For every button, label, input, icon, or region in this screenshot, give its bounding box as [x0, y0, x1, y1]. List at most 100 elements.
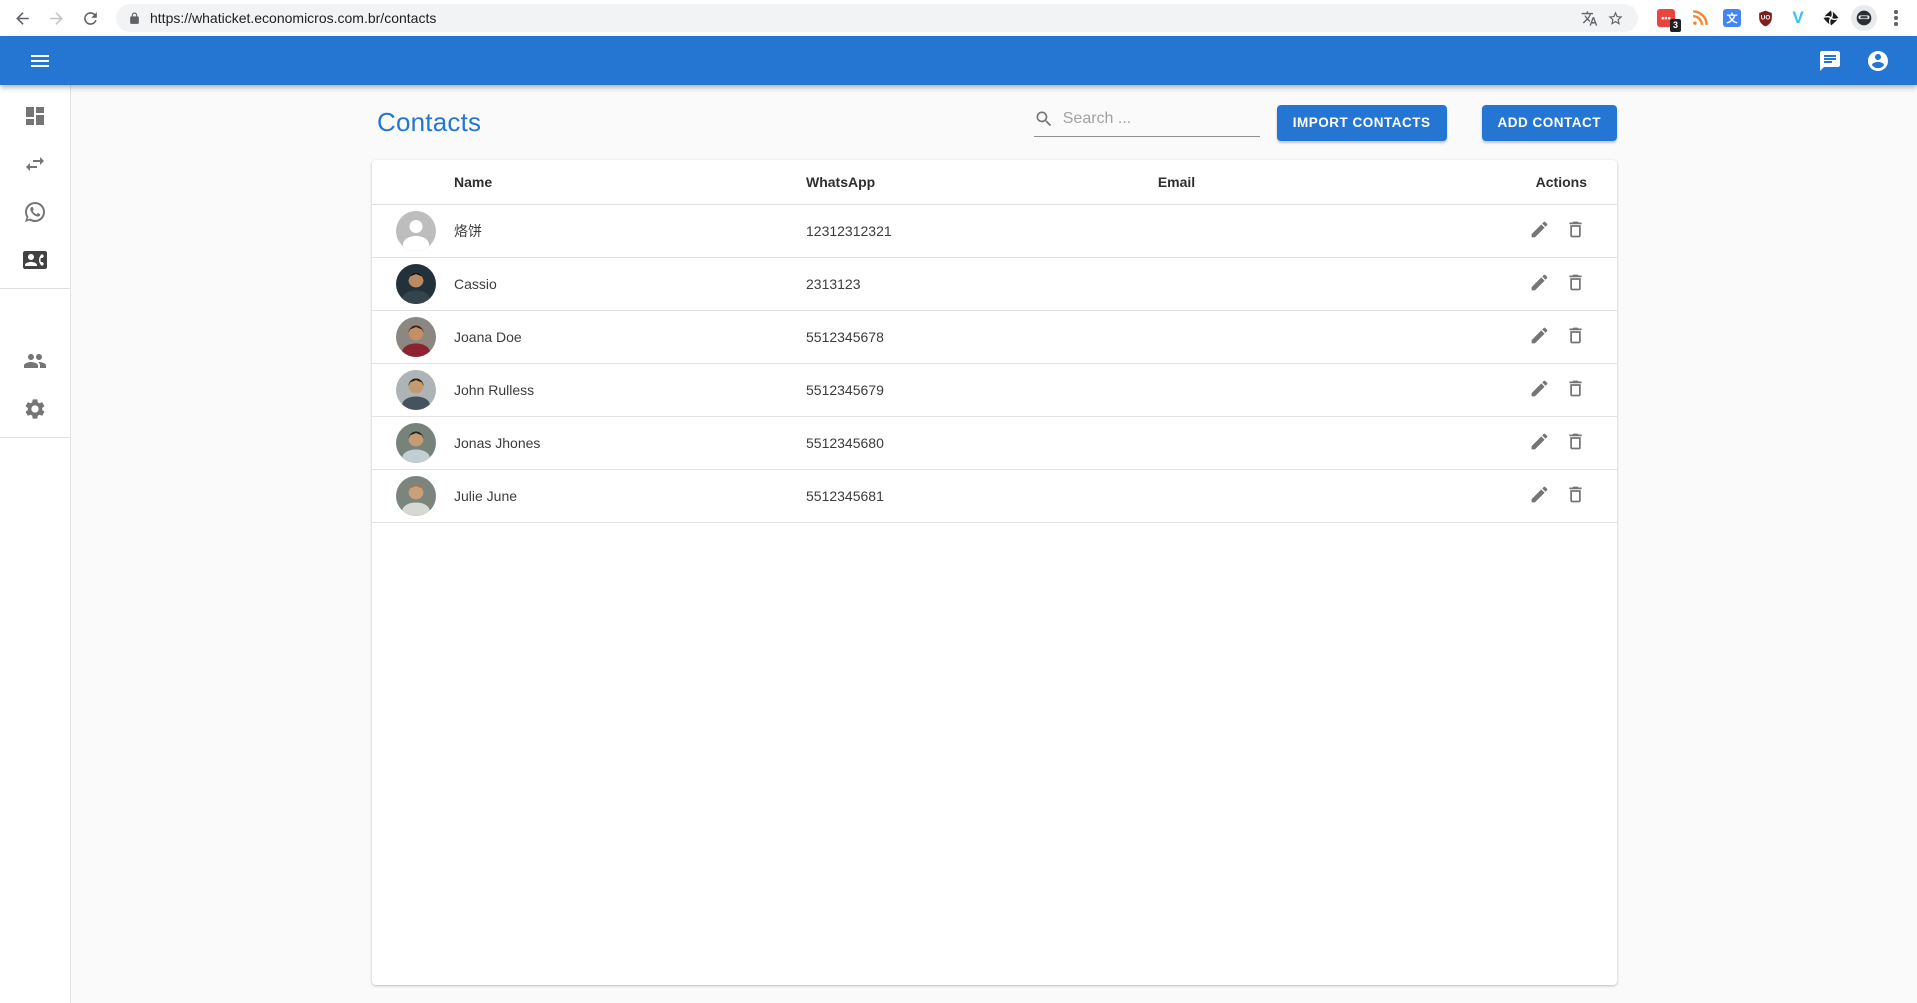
actions-cell: [1319, 482, 1617, 510]
pinwheel-extension-button[interactable]: [1819, 6, 1843, 30]
contact-name: John Rulless: [442, 382, 794, 398]
extensions-area: ••• 3 文 UO V: [1654, 6, 1843, 30]
add-contact-button[interactable]: ADD CONTACT: [1482, 105, 1618, 141]
back-button[interactable]: [8, 4, 36, 32]
main-content: Contacts IMPORT CONTACTS ADD CONTACT Nam…: [71, 85, 1917, 1003]
delete-icon: [1565, 378, 1586, 399]
header-whatsapp: WhatsApp: [794, 174, 1034, 190]
delete-contact-button[interactable]: [1563, 482, 1587, 506]
refresh-button[interactable]: [76, 4, 104, 32]
edit-icon: [1529, 272, 1550, 293]
ublock-extension-icon: UO: [1756, 9, 1775, 28]
delete-contact-button[interactable]: [1563, 217, 1587, 241]
contact-name: 烙饼: [442, 221, 794, 241]
edit-icon: [1529, 484, 1550, 505]
delete-contact-button[interactable]: [1563, 429, 1587, 453]
vimeo-extension-icon: V: [1792, 8, 1803, 28]
messages-button[interactable]: [1813, 44, 1847, 78]
actions-cell: [1319, 217, 1617, 245]
vimeo-extension-button[interactable]: V: [1786, 6, 1810, 30]
url-text[interactable]: https://whaticket.economicros.com.br/con…: [150, 10, 436, 26]
address-bar[interactable]: https://whaticket.economicros.com.br/con…: [116, 4, 1638, 32]
delete-contact-button[interactable]: [1563, 270, 1587, 294]
contact-avatar: [396, 423, 436, 463]
table-row: Jonas Jhones 5512345680: [372, 417, 1617, 470]
forward-button[interactable]: [42, 4, 70, 32]
chat-extension-button[interactable]: ••• 3: [1654, 6, 1678, 30]
delete-contact-button[interactable]: [1563, 376, 1587, 400]
delete-icon: [1565, 219, 1586, 240]
edit-icon: [1529, 219, 1550, 240]
back-icon: [13, 9, 32, 28]
translate-extension-button[interactable]: 文: [1720, 6, 1744, 30]
translate-page-icon: [1581, 10, 1598, 27]
open-drawer-button[interactable]: [23, 44, 57, 78]
contact-whatsapp: 12312312321: [794, 223, 1034, 239]
contact-avatar: [396, 370, 436, 410]
default-person-icon: [396, 211, 436, 251]
contact-name: Jonas Jhones: [442, 435, 794, 451]
edit-contact-button[interactable]: [1527, 270, 1551, 294]
bookmark-star-button[interactable]: [1602, 5, 1628, 31]
photo-person-image: [396, 476, 436, 516]
translate-extension-icon: 文: [1723, 9, 1741, 27]
browser-profile-button[interactable]: [1851, 5, 1877, 31]
edit-contact-button[interactable]: [1527, 217, 1551, 241]
header-email: Email: [1034, 174, 1319, 190]
extension-badge: 3: [1670, 19, 1681, 32]
rss-extension-button[interactable]: [1687, 6, 1711, 30]
edit-contact-button[interactable]: [1527, 323, 1551, 347]
sidebar-item-connections[interactable]: [0, 140, 70, 188]
search-input[interactable]: [1063, 110, 1260, 128]
sidebar-item-settings[interactable]: [0, 385, 70, 433]
sidebar-item-dashboard[interactable]: [0, 92, 70, 140]
photo-person-image: [396, 370, 436, 410]
kebab-menu-icon: [1894, 22, 1898, 26]
contact-name: Cassio: [442, 276, 794, 292]
sidebar-item-contacts[interactable]: [0, 236, 70, 284]
sidebar-item-users[interactable]: [0, 337, 70, 385]
delete-icon: [1565, 431, 1586, 452]
page-header: Contacts IMPORT CONTACTS ADD CONTACT: [71, 85, 1917, 160]
whatsapp-icon: [23, 200, 47, 224]
contact-avatar: [396, 476, 436, 516]
ublock-extension-button[interactable]: UO: [1753, 6, 1777, 30]
delete-contact-button[interactable]: [1563, 323, 1587, 347]
contact-avatar: [396, 264, 436, 304]
kebab-menu-icon: [1894, 10, 1898, 14]
lock-icon: [128, 12, 141, 25]
translate-page-button[interactable]: [1576, 5, 1602, 31]
sidebar-item-tickets[interactable]: [0, 188, 70, 236]
photo-person-image: [396, 317, 436, 357]
edit-contact-button[interactable]: [1527, 429, 1551, 453]
contact-name: Joana Doe: [442, 329, 794, 345]
search-box: [1034, 109, 1260, 137]
profile-avatar: [1853, 7, 1875, 29]
delete-icon: [1565, 484, 1586, 505]
edit-contact-button[interactable]: [1527, 482, 1551, 506]
page-title: Contacts: [377, 107, 481, 138]
avatar-cell: [372, 370, 442, 410]
browser-menu-button[interactable]: [1885, 5, 1907, 31]
actions-cell: [1319, 270, 1617, 298]
kebab-menu-icon: [1894, 16, 1898, 20]
header-actions: Actions: [1319, 174, 1617, 190]
search-icon: [1034, 109, 1054, 129]
sidebar-divider: [0, 288, 70, 289]
settings-icon: [23, 397, 47, 421]
star-icon: [1607, 10, 1624, 27]
contact-whatsapp: 5512345679: [794, 382, 1034, 398]
table-row: Cassio 2313123: [372, 258, 1617, 311]
contact-whatsapp: 5512345681: [794, 488, 1034, 504]
delete-icon: [1565, 272, 1586, 293]
people-icon: [23, 349, 47, 373]
edit-icon: [1529, 431, 1550, 452]
contacts-table-body: 烙饼 12312312321 Cas: [372, 205, 1617, 523]
actions-cell: [1319, 376, 1617, 404]
import-contacts-button[interactable]: IMPORT CONTACTS: [1277, 105, 1447, 141]
avatar-cell: [372, 264, 442, 304]
edit-contact-button[interactable]: [1527, 376, 1551, 400]
account-menu-button[interactable]: [1861, 44, 1895, 78]
avatar-cell: [372, 423, 442, 463]
contact-avatar: [396, 317, 436, 357]
